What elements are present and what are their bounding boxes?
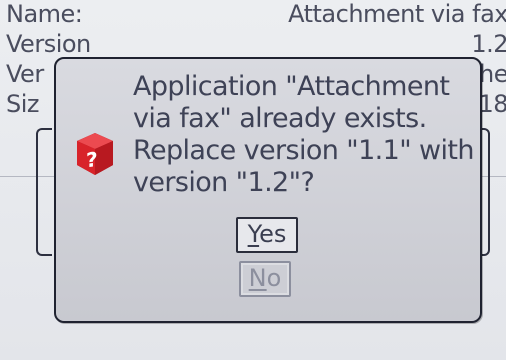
no-button[interactable]: No [239, 261, 291, 297]
no-label-rest: o [266, 264, 282, 292]
no-mnemonic: N [248, 264, 267, 292]
property-value: 18 [478, 90, 506, 118]
dialog-message: Application "Attachment via fax" already… [133, 71, 475, 198]
question-cube-icon: ? [77, 133, 113, 175]
background-button-edge-left [36, 128, 52, 256]
yes-label-rest: es [259, 220, 287, 248]
replace-version-dialog: ? Application "Attachment via fax" alrea… [54, 57, 482, 323]
property-label: Siz [6, 90, 40, 118]
yes-mnemonic: Y [247, 220, 260, 248]
svg-text:?: ? [86, 147, 98, 173]
yes-button[interactable]: Yes [236, 217, 298, 253]
